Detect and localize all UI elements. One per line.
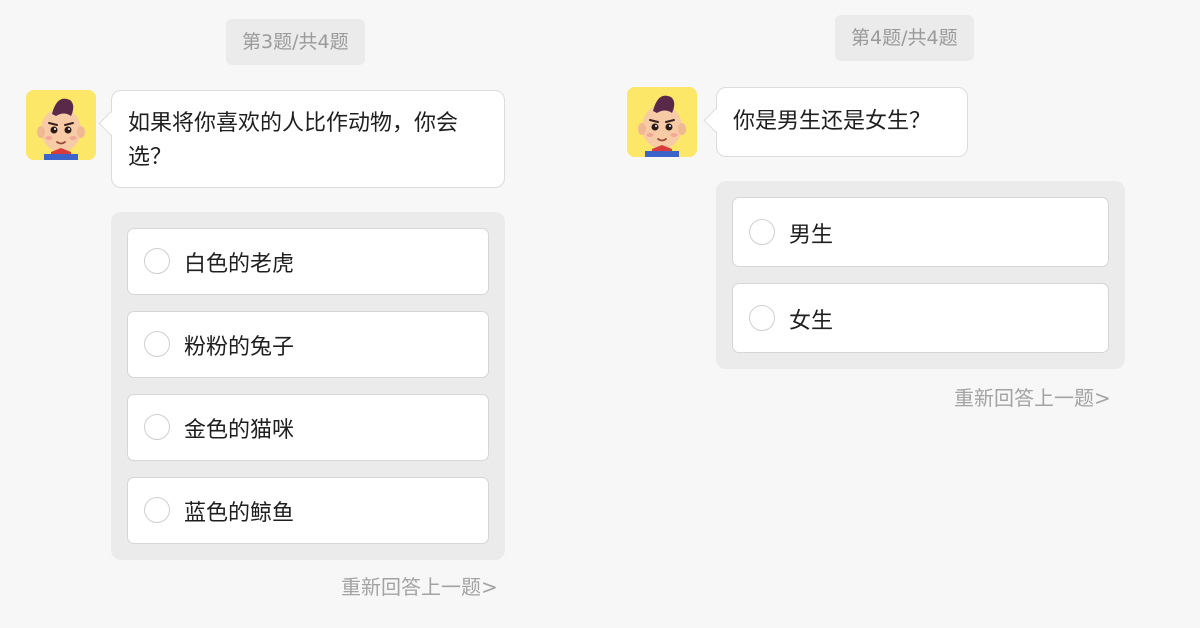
radio-button[interactable] xyxy=(144,414,170,440)
radio-button[interactable] xyxy=(144,331,170,357)
radio-button[interactable] xyxy=(144,248,170,274)
question-text: 如果将你喜欢的人比作动物，你会选？ xyxy=(128,111,459,170)
option-label: 粉粉的兔子 xyxy=(184,335,295,360)
option-label: 金色的猫咪 xyxy=(184,418,295,443)
option-label: 白色的老虎 xyxy=(184,252,295,277)
progress-indicator: 第4题/共4题 xyxy=(835,15,974,61)
option-pink-rabbit[interactable]: 粉粉的兔子 xyxy=(127,311,489,378)
option-label: 蓝色的鲸鱼 xyxy=(184,501,295,526)
radio-button[interactable] xyxy=(144,497,170,523)
cartoon-boy-avatar-icon xyxy=(26,90,96,160)
question-bubble: 你是男生还是女生？ xyxy=(716,87,968,157)
radio-button[interactable] xyxy=(749,305,775,331)
redo-previous-question-link[interactable]: 重新回答上一题> xyxy=(954,382,1111,411)
option-label: 男生 xyxy=(789,223,834,248)
radio-button[interactable] xyxy=(749,219,775,245)
question-3-panel: 第3题/共4题 如果将你喜欢的人比作动物，你会选？ 白色的老虎 粉粉的兔子 金色… xyxy=(0,0,600,628)
option-golden-cat[interactable]: 金色的猫咪 xyxy=(127,394,489,461)
options-list: 白色的老虎 粉粉的兔子 金色的猫咪 蓝色的鲸鱼 xyxy=(111,212,505,560)
option-label: 女生 xyxy=(789,309,834,334)
progress-indicator: 第3题/共4题 xyxy=(226,19,365,65)
option-white-tiger[interactable]: 白色的老虎 xyxy=(127,228,489,295)
cartoon-boy-avatar-icon xyxy=(627,87,697,157)
question-4-panel: 第4题/共4题 你是男生还是女生？ 男生 女生 重新回答上一题> xyxy=(600,0,1200,628)
option-female[interactable]: 女生 xyxy=(732,283,1109,353)
question-text: 你是男生还是女生？ xyxy=(733,109,932,134)
option-male[interactable]: 男生 xyxy=(732,197,1109,267)
option-blue-whale[interactable]: 蓝色的鲸鱼 xyxy=(127,477,489,544)
question-bubble: 如果将你喜欢的人比作动物，你会选？ xyxy=(111,90,505,188)
options-list: 男生 女生 xyxy=(716,181,1125,369)
redo-previous-question-link[interactable]: 重新回答上一题> xyxy=(341,571,498,600)
